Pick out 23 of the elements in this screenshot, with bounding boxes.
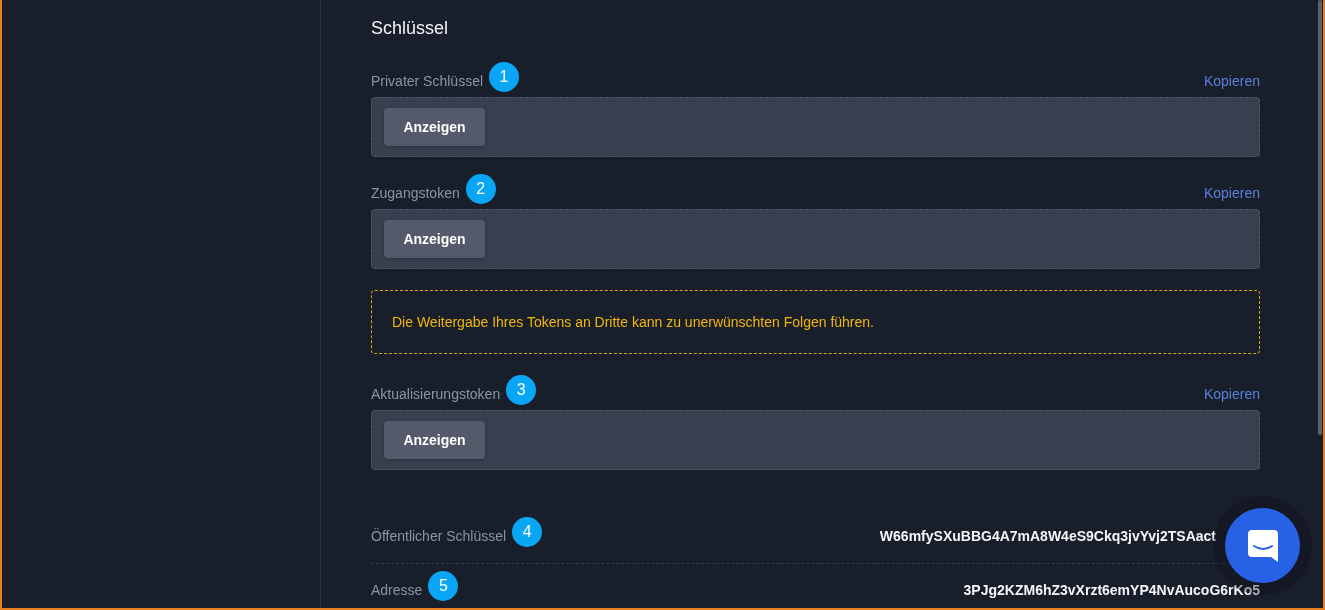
scrollbar-thumb[interactable] [1318,0,1322,435]
detail-value: 3PJg2KZM6hZ3vXrzt6emYP4NvAucoG6rKo5 [963,582,1260,598]
step-number-marker: 1 [489,62,520,92]
chat-button[interactable] [1225,508,1300,583]
step-number-marker: 4 [512,517,543,547]
reveal-button[interactable]: Anzeigen [384,108,485,146]
chat-icon [1247,529,1278,562]
field-label: Zugangstoken [371,184,460,203]
detail-value: W66mfySXuBBG4A7mA8W4eS9Ckq3jvYvj2TSAact [879,528,1216,544]
copy-link[interactable]: Kopieren [1203,71,1260,91]
reveal-button[interactable]: Anzeigen [384,220,485,258]
step-number-marker: 5 [428,571,459,601]
copy-link[interactable]: Kopieren [1203,183,1260,203]
field-label: Aktualisierungstoken [371,385,501,404]
field-label: Privater Schlüssel [371,72,484,91]
step-number-marker: 3 [506,375,537,405]
step-number-marker: 2 [465,174,496,204]
warning-notice: Die Weitergabe Ihres Tokens an Dritte kann zu unerwünschten Folgen führen. [371,290,1260,354]
field-label: Öffentlicher Schlüssel [371,527,507,546]
section-title: Schlüssel [371,17,450,39]
field-label: Adresse [371,581,423,600]
reveal-button[interactable]: Anzeigen [384,421,485,459]
copy-link[interactable]: Kopieren [1203,384,1260,404]
